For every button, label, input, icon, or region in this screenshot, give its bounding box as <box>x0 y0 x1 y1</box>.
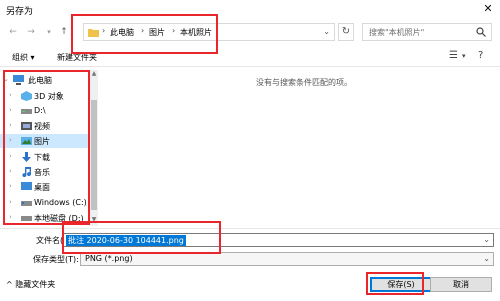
chevron-right-icon[interactable]: › <box>9 167 12 175</box>
chevron-down-icon[interactable]: ⌄ <box>323 27 330 36</box>
folder-icon <box>88 29 99 37</box>
tree-item-label: 视频 <box>34 122 50 131</box>
drive-icon <box>21 216 32 221</box>
tree-item-local-disk-d[interactable]: › 本地磁盘 (D:) <box>0 211 90 225</box>
chevron-right-icon[interactable]: › <box>9 106 12 114</box>
breadcrumb-separator: › <box>102 26 106 35</box>
download-icon <box>22 152 31 162</box>
divider <box>0 228 500 229</box>
tree-item-3d-objects[interactable]: › 3D 对象 <box>0 89 90 103</box>
file-list-area[interactable]: 没有与搜索条件匹配的项。 <box>100 70 500 226</box>
recent-locations-icon[interactable]: ▾ <box>42 24 56 40</box>
3d-objects-icon <box>21 91 32 101</box>
chevron-right-icon[interactable]: › <box>9 91 12 99</box>
view-options-icon[interactable]: ☰ <box>449 50 458 61</box>
up-arrow-icon[interactable]: ↑ <box>57 24 71 40</box>
chevron-right-icon[interactable]: › <box>9 182 12 190</box>
navigation-pane: ⌄ 此电脑 › 3D 对象 › D:\ › 视频 › 图片 › 下载 › 音乐 … <box>0 70 98 226</box>
chevron-right-icon[interactable]: › <box>9 152 12 160</box>
tree-item-windows-c[interactable]: › Windows (C:) <box>0 196 90 210</box>
close-icon[interactable]: ✕ <box>480 2 496 16</box>
search-icon[interactable] <box>476 27 486 37</box>
forward-arrow-icon[interactable]: → <box>24 24 38 40</box>
video-icon <box>21 122 32 130</box>
chevron-down-icon[interactable]: ⌄ <box>483 235 490 244</box>
search-input[interactable]: 搜索"本机照片" <box>362 23 492 41</box>
windows-drive-icon <box>21 201 32 206</box>
tree-item-label: D:\ <box>34 106 46 115</box>
save-type-value: PNG (*.png) <box>85 254 133 263</box>
back-arrow-icon[interactable]: ← <box>6 24 20 40</box>
computer-icon <box>13 75 24 85</box>
chevron-right-icon[interactable]: › <box>9 121 12 129</box>
tree-item-music[interactable]: › 音乐 <box>0 165 90 179</box>
breadcrumb-this-pc[interactable]: 此电脑 <box>110 27 134 38</box>
chevron-up-icon: ^ <box>6 280 16 289</box>
address-bar[interactable]: › 此电脑 › 图片 › 本机照片 ⌄ <box>83 23 335 41</box>
tree-item-label: 图片 <box>34 137 50 146</box>
tree-item-label: 3D 对象 <box>34 92 64 101</box>
organize-menu[interactable]: 组织 ▾ <box>12 52 35 63</box>
search-placeholder: 搜索"本机照片" <box>369 28 425 37</box>
chevron-down-icon[interactable]: ▾ <box>462 52 466 60</box>
drive-icon <box>21 109 32 114</box>
breadcrumb-separator: › <box>172 26 176 35</box>
tree-item-videos[interactable]: › 视频 <box>0 119 90 133</box>
title-bar: 另存为 ✕ <box>0 0 500 18</box>
chevron-right-icon[interactable]: › <box>9 198 12 206</box>
tree-item-label: 音乐 <box>34 168 50 177</box>
pictures-icon <box>21 137 32 145</box>
breadcrumb-separator: › <box>141 26 145 35</box>
chevron-right-icon[interactable]: › <box>9 136 12 144</box>
empty-message: 没有与搜索条件匹配的项。 <box>256 78 352 87</box>
navigation-bar: ← → ▾ ↑ › 此电脑 › 图片 › 本机照片 ⌄ ↻ 搜索"本机照片" <box>0 20 500 44</box>
chevron-right-icon[interactable]: › <box>9 213 12 221</box>
cancel-button[interactable]: 取消 <box>430 277 492 292</box>
breadcrumb-pictures[interactable]: 图片 <box>149 27 165 38</box>
new-folder-button[interactable]: 新建文件夹 <box>57 52 97 63</box>
tree-item-desktop[interactable]: › 桌面 <box>0 180 90 194</box>
tree-item-label: Windows (C:) <box>34 198 87 207</box>
desktop-icon <box>21 182 32 190</box>
tree-item-downloads[interactable]: › 下载 <box>0 150 90 164</box>
breadcrumb-local-photos[interactable]: 本机照片 <box>180 27 212 38</box>
scroll-thumb[interactable] <box>91 100 97 210</box>
tree-item-d-drive[interactable]: › D:\ <box>0 104 90 118</box>
scroll-up-icon[interactable]: ▲ <box>90 70 98 78</box>
tree-item-label: 此电脑 <box>28 76 52 85</box>
save-type-select[interactable]: PNG (*.png) ⌄ <box>80 252 494 266</box>
tree-item-label: 下载 <box>34 153 50 162</box>
scroll-down-icon[interactable]: ▼ <box>90 216 98 224</box>
filename-value[interactable]: 批注 2020-06-30 104441.png <box>66 235 186 246</box>
refresh-icon[interactable]: ↻ <box>338 23 354 41</box>
chevron-down-icon[interactable]: ⌄ <box>483 254 490 263</box>
save-button[interactable]: 保存(S) <box>370 277 432 292</box>
hide-folders-label: 隐藏文件夹 <box>15 280 56 289</box>
chevron-down-icon[interactable]: ⌄ <box>3 75 9 83</box>
toolbar: 组织 ▾ 新建文件夹 ☰ ▾ ? <box>0 47 500 67</box>
music-icon <box>22 167 32 177</box>
help-icon[interactable]: ? <box>478 50 483 61</box>
window-title: 另存为 <box>6 7 34 17</box>
tree-item-pictures[interactable]: › 图片 <box>0 134 90 148</box>
sidebar-scrollbar[interactable]: ▲ ▼ <box>90 70 98 226</box>
tree-item-this-pc[interactable]: ⌄ 此电脑 <box>0 73 90 87</box>
save-type-label: 保存类型(T): <box>33 255 79 264</box>
hide-folders-toggle[interactable]: ^ 隐藏文件夹 <box>6 279 55 290</box>
tree-item-label: 桌面 <box>34 183 50 192</box>
tree-item-label: 本地磁盘 (D:) <box>34 214 84 223</box>
filename-field[interactable]: 批注 2020-06-30 104441.png ⌄ <box>62 233 494 247</box>
